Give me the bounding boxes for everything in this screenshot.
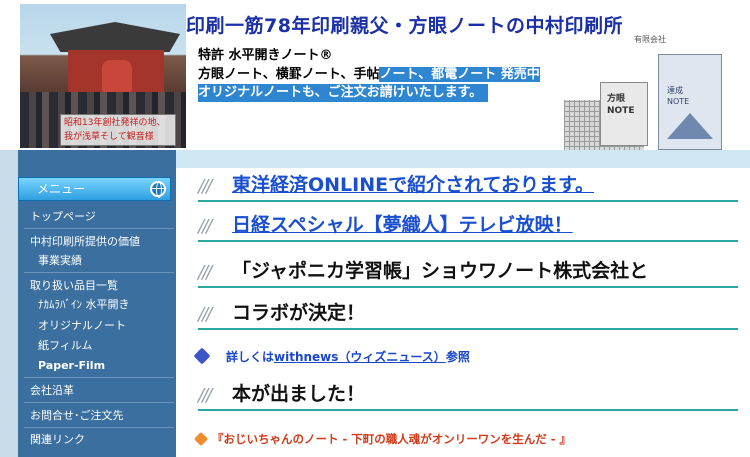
corp-label: 有限会社	[634, 35, 666, 44]
headline-slashes: ///	[198, 176, 212, 197]
nav-item-original-note[interactable]: オリジナルノート	[38, 319, 126, 333]
detail-suffix: 参照	[445, 350, 470, 364]
nav-item-contact[interactable]: お問合せ･ご注文先	[30, 409, 124, 423]
globe-icon	[150, 181, 166, 198]
headline-slashes: ///	[198, 385, 212, 406]
headline-slashes: ///	[198, 262, 212, 283]
headline-underline	[198, 409, 738, 411]
main-content: /// 東洋経済ONLINEで紹介されております。 /// 日経スペシャル【夢織…	[176, 150, 750, 457]
graph-notebook-image: 方眼 NOTE	[600, 82, 648, 146]
nav-item-paper-film[interactable]: Paper-Film	[38, 359, 105, 373]
sidebar-stripe	[0, 150, 18, 457]
notebook-label-2: 達成 NOTE	[667, 86, 690, 106]
nav-item-links[interactable]: 関連リンク	[30, 433, 85, 447]
notebook-label-1: 方眼 NOTE	[607, 94, 635, 116]
withnews-detail: 詳しくはwithnews（ウィズニュース）参照	[193, 347, 470, 365]
headline-nikkei[interactable]: /// 日経スペシャル【夢織人】テレビ放映！	[198, 212, 748, 242]
withnews-link[interactable]: withnews（ウィズニュース）	[274, 350, 446, 364]
nav-item-achievements[interactable]: 事業実績	[38, 254, 82, 268]
headline-toyokeizai-text[interactable]: 東洋経済ONLINEで紹介されております。	[232, 172, 594, 198]
headline-collab: /// コラボが決定！	[198, 300, 748, 330]
nav-separator	[24, 272, 174, 273]
headline-underline	[198, 286, 738, 288]
temple-roof-graphic	[50, 22, 180, 52]
nav-separator	[24, 427, 174, 428]
header-banner: 印刷一筋78年印刷親父・方眼ノートの中村印刷所 特許 水平開きノート® 方眼ノー…	[186, 4, 750, 150]
headline-underline	[198, 200, 738, 202]
headline-underline	[198, 328, 738, 330]
site-header: 昭和13年創社発祥の地、 我が浅草そして観音様 印刷一筋78年印刷親父・方眼ノー…	[0, 0, 750, 150]
headline-book-text: 本が出ました！	[232, 383, 366, 405]
nav-separator	[24, 402, 174, 403]
product-line-plain: 方眼ノート、横罫ノート、手帖	[198, 67, 380, 82]
header-photo: 昭和13年創社発祥の地、 我が浅草そして観音様	[20, 4, 186, 148]
patent-line: 特許 水平開きノート®	[198, 48, 333, 63]
original-order-line: オリジナルノートも、ご注文お請けいたします。	[198, 84, 489, 102]
headline-japonica: /// 「ジャポニカ学習帳」ショウワノート株式会社と	[198, 258, 748, 288]
nav-separator	[24, 377, 174, 378]
book-title-link[interactable]: 『おじいちゃんのノート - 下町の職人魂がオンリーワンを生んだ - 』	[212, 432, 571, 446]
headline-slashes: ///	[198, 304, 212, 325]
diamond-bullet-icon	[193, 431, 209, 447]
diamond-bullet-icon	[193, 347, 211, 365]
nav-item-value[interactable]: 中村印刷所提供の価値	[30, 235, 140, 249]
detail-prefix: 詳しくは	[226, 350, 275, 364]
main-top-band	[176, 150, 750, 168]
nav-item-products[interactable]: 取り扱い品目一覧	[30, 279, 118, 293]
lantern-graphic	[102, 60, 132, 96]
product-line-highlight: ノート、都電ノート 発売中	[379, 67, 540, 82]
achievement-notebook-image: 達成 NOTE	[658, 54, 722, 150]
photo-caption-line-2: 我が浅草そして観音様	[64, 132, 154, 142]
nav-separator	[24, 228, 174, 229]
headline-nikkei-text[interactable]: 日経スペシャル【夢織人】テレビ放映！	[232, 212, 573, 238]
headline-collab-text: コラボが決定！	[232, 302, 366, 324]
nav-item-top[interactable]: トップページ	[30, 210, 96, 224]
menu-header-label: メニュー	[37, 182, 86, 196]
sidebar: メニュー トップページ 中村印刷所提供の価値 事業実績 取り扱い品目一覧 ﾅｶﾑ…	[0, 150, 176, 457]
menu-header: メニュー	[18, 177, 171, 201]
headline-book: /// 本が出ました！	[198, 381, 748, 411]
nav-item-paper-film-jp[interactable]: 紙フィルム	[38, 339, 93, 353]
headline-underline	[198, 240, 738, 242]
product-line: 方眼ノート、横罫ノート、手帖ノート、都電ノート 発売中	[198, 66, 540, 84]
headline-toyokeizai[interactable]: /// 東洋経済ONLINEで紹介されております。	[198, 172, 748, 202]
nav-item-nakamura-bind[interactable]: ﾅｶﾑﾗﾊﾞｲﾝ 水平開き	[38, 298, 130, 312]
headline-japonica-text: 「ジャポニカ学習帳」ショウワノート株式会社と	[232, 260, 649, 282]
photo-caption: 昭和13年創社発祥の地、 我が浅草そして観音様	[60, 114, 176, 146]
mountain-graphic	[667, 113, 713, 139]
book-detail: 『おじいちゃんのノート - 下町の職人魂がオンリーワンを生んだ - 』	[193, 431, 571, 447]
nav-item-history[interactable]: 会社沿革	[30, 384, 74, 398]
headline-slashes: ///	[198, 216, 212, 237]
photo-caption-line-1: 昭和13年創社発祥の地、	[64, 118, 166, 128]
